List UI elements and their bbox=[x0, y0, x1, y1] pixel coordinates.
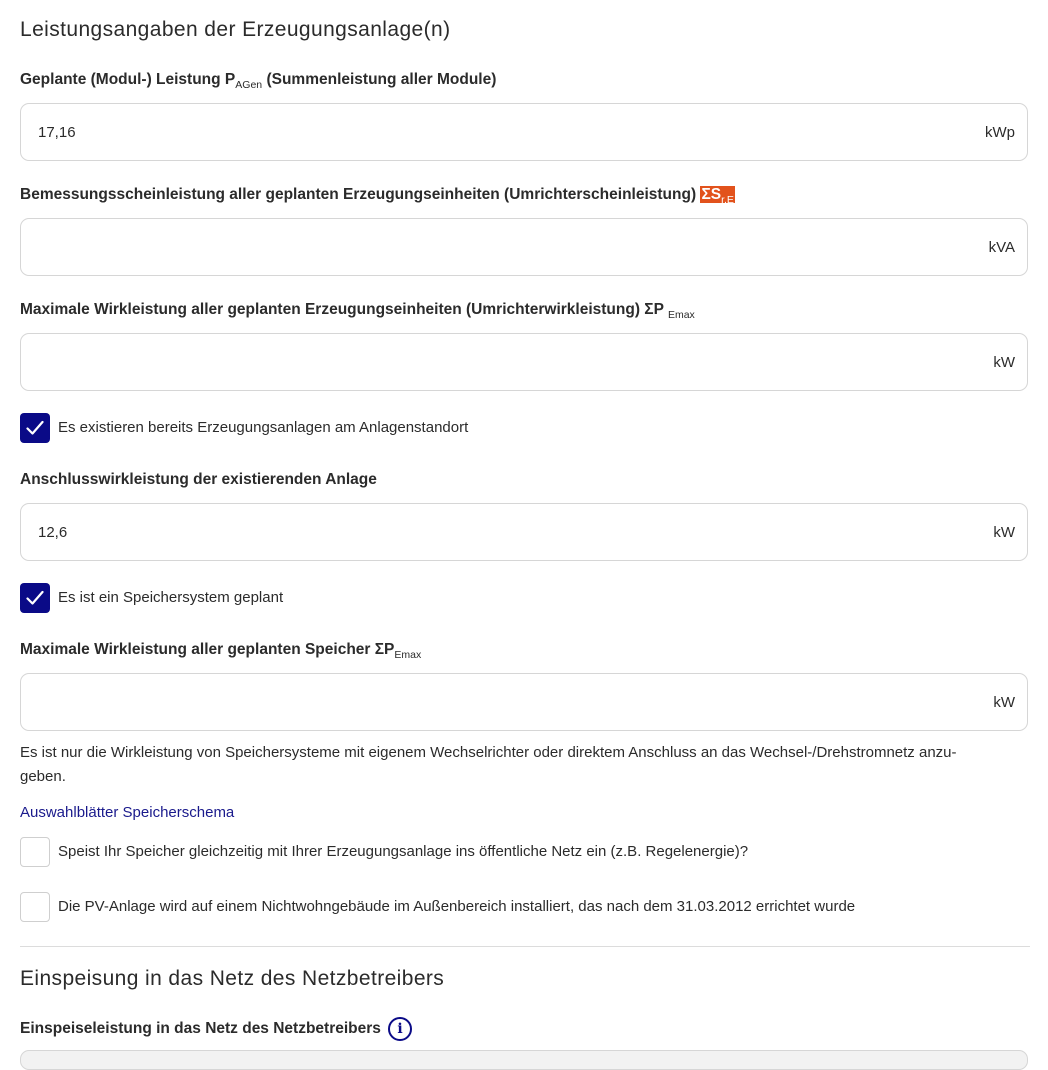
unit-label: kW bbox=[993, 524, 1015, 541]
feedin-checkbox[interactable] bbox=[20, 837, 50, 867]
section-title-leistungsangaben: Leistungsangaben der Erzeugungsanlage(n) bbox=[20, 18, 451, 41]
storage-checkbox[interactable] bbox=[20, 583, 50, 613]
bemessungsscheinleistung-input[interactable]: kVA bbox=[20, 218, 1028, 276]
label-anschlusswirkleistung: Anschlusswirkleistung der existierenden … bbox=[20, 471, 377, 488]
label-text: Maximale Wirkleistung aller geplanten Sp… bbox=[20, 641, 395, 658]
hint-line: geben. bbox=[20, 768, 66, 785]
section-divider bbox=[20, 946, 1030, 947]
label-subscript: r,E bbox=[721, 194, 734, 206]
unit-label: kW bbox=[993, 694, 1015, 711]
checkbox-label: Speist Ihr Speicher gleichzeitig mit Ihr… bbox=[58, 843, 749, 860]
symbol-text: ΣS bbox=[701, 186, 722, 203]
label-modul-leistung: Geplante (Modul-) Leistung PAGen (Summen… bbox=[20, 71, 496, 91]
checkbox-label: Die PV-Anlage wird auf einem Nichtwohnge… bbox=[58, 898, 856, 915]
checkmark-icon bbox=[26, 420, 44, 435]
maximale-wirkleistung-input[interactable]: kW bbox=[20, 333, 1028, 391]
input-value: 12,6 bbox=[38, 524, 68, 541]
highlighted-symbol: ΣSr,E bbox=[700, 186, 735, 206]
einspeiseleistung-input[interactable] bbox=[20, 1050, 1028, 1070]
info-icon[interactable]: i bbox=[388, 1017, 412, 1041]
label-subscript: AGen bbox=[235, 79, 263, 91]
label-text: Maximale Wirkleistung aller geplanten Er… bbox=[20, 301, 668, 318]
unit-label: kW bbox=[993, 354, 1015, 371]
label-bemessungsscheinleistung: Bemessungsscheinleistung aller geplanten… bbox=[20, 186, 735, 206]
speicherschema-link[interactable]: Auswahlblätter Speicherschema bbox=[20, 804, 234, 821]
label-maximale-wirkleistung: Maximale Wirkleistung aller geplanten Er… bbox=[20, 301, 695, 321]
checkbox-label: Es ist ein Speichersystem geplant bbox=[58, 589, 284, 606]
label-text-suffix: (Summenleistung aller Module) bbox=[262, 71, 497, 88]
label-text: Geplante (Modul-) Leistung P bbox=[20, 71, 236, 88]
outdoor-checkbox[interactable] bbox=[20, 892, 50, 922]
form-page: Leistungsangaben der Erzeugungsanlage(n)… bbox=[0, 0, 1048, 1070]
label-subscript: Emax bbox=[667, 309, 695, 321]
section-title-einspeisung: Einspeisung in das Netz des Netzbetreibe… bbox=[20, 967, 445, 990]
hint-line: Es ist nur die Wirkleistung von Speicher… bbox=[20, 744, 957, 761]
storage-hint-text: Es ist nur die Wirkleistung von Speicher… bbox=[20, 741, 1030, 789]
unit-label: kVA bbox=[988, 239, 1015, 256]
speicher-wirkleistung-input[interactable]: kW bbox=[20, 673, 1028, 731]
unit-label: kWp bbox=[985, 124, 1015, 141]
modul-leistung-input[interactable]: 17,16 kWp bbox=[20, 103, 1028, 161]
checkmark-icon bbox=[26, 590, 44, 605]
label-speicher-wirkleistung: Maximale Wirkleistung aller geplanten Sp… bbox=[20, 641, 421, 661]
label-subscript: Emax bbox=[394, 649, 422, 661]
input-value: 17,16 bbox=[38, 124, 76, 141]
label-text: Bemessungsscheinleistung aller geplanten… bbox=[20, 186, 701, 203]
checkbox-label: Es existieren bereits Erzeugungsanlagen … bbox=[58, 419, 469, 436]
label-einspeiseleistung: Einspeiseleistung in das Netz des Netzbe… bbox=[20, 1020, 381, 1037]
existing-plants-checkbox[interactable] bbox=[20, 413, 50, 443]
anschlusswirkleistung-input[interactable]: 12,6 kW bbox=[20, 503, 1028, 561]
